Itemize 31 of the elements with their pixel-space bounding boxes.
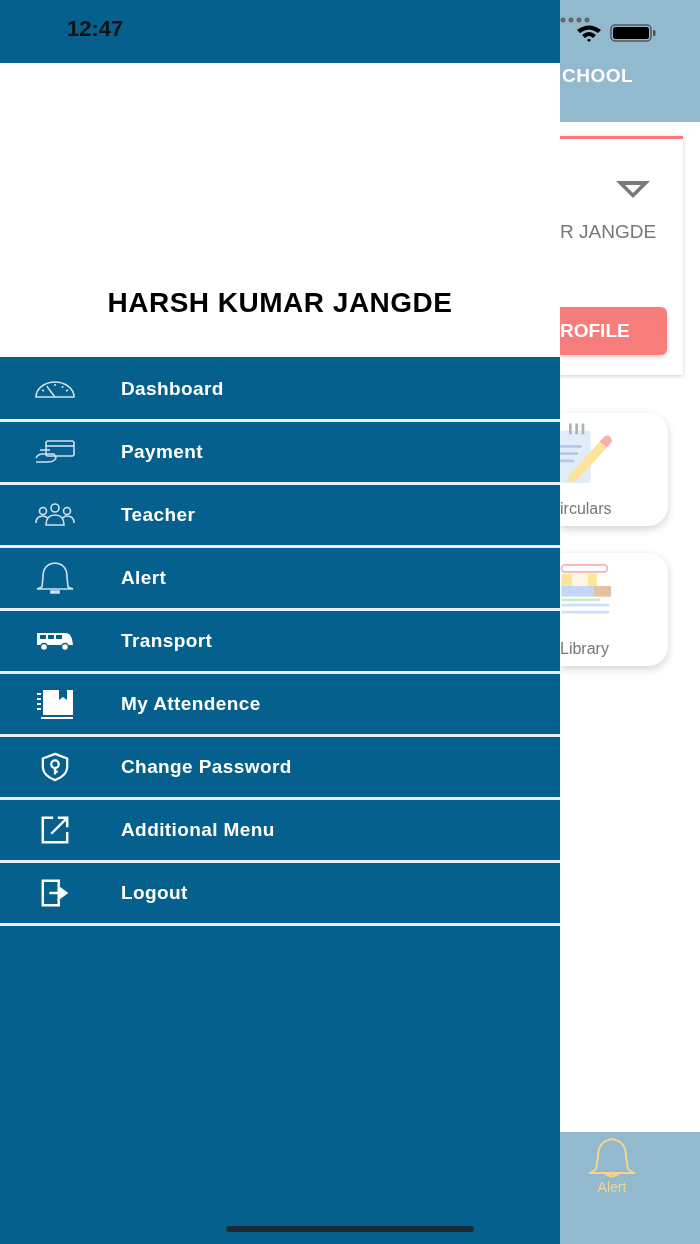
profile-name: R JANGDE (560, 221, 657, 243)
menu-tile[interactable]: Library (560, 553, 668, 666)
speedometer-icon (34, 380, 76, 398)
header-title: CHOOL (562, 65, 635, 87)
external-link-icon (40, 815, 70, 845)
signal-icon (560, 16, 590, 23)
bell-icon (35, 561, 75, 595)
bell-icon (588, 1137, 636, 1179)
user-name: HARSH KUMAR JANGDE (107, 287, 453, 319)
status-time: 12:47 (67, 15, 124, 42)
group-icon (34, 503, 76, 527)
tile-label: Library (560, 640, 609, 658)
menu-item-label: Logout (121, 882, 188, 904)
menu-item-label: My Attendence (121, 693, 261, 715)
shield-key-icon (40, 752, 70, 782)
menu-item-label: Additional Menu (121, 819, 275, 841)
menu-item-label: Alert (121, 567, 167, 589)
wifi-icon (576, 24, 602, 42)
menu-item-label: Change Password (121, 756, 292, 778)
dropdown-icon[interactable] (616, 181, 650, 199)
battery-icon (610, 24, 656, 42)
menu-item-label: Payment (121, 441, 203, 463)
notebook-icon (35, 688, 75, 720)
tile-label: irculars (560, 500, 612, 518)
hand-card-icon (34, 440, 76, 464)
bus-icon (36, 631, 74, 651)
menu-tile[interactable]: irculars (560, 413, 668, 526)
menu-item-label: Teacher (121, 504, 196, 526)
menu-item-label: Dashboard (121, 378, 224, 400)
menu-item-label: Transport (121, 630, 213, 652)
logout-icon (40, 878, 70, 908)
